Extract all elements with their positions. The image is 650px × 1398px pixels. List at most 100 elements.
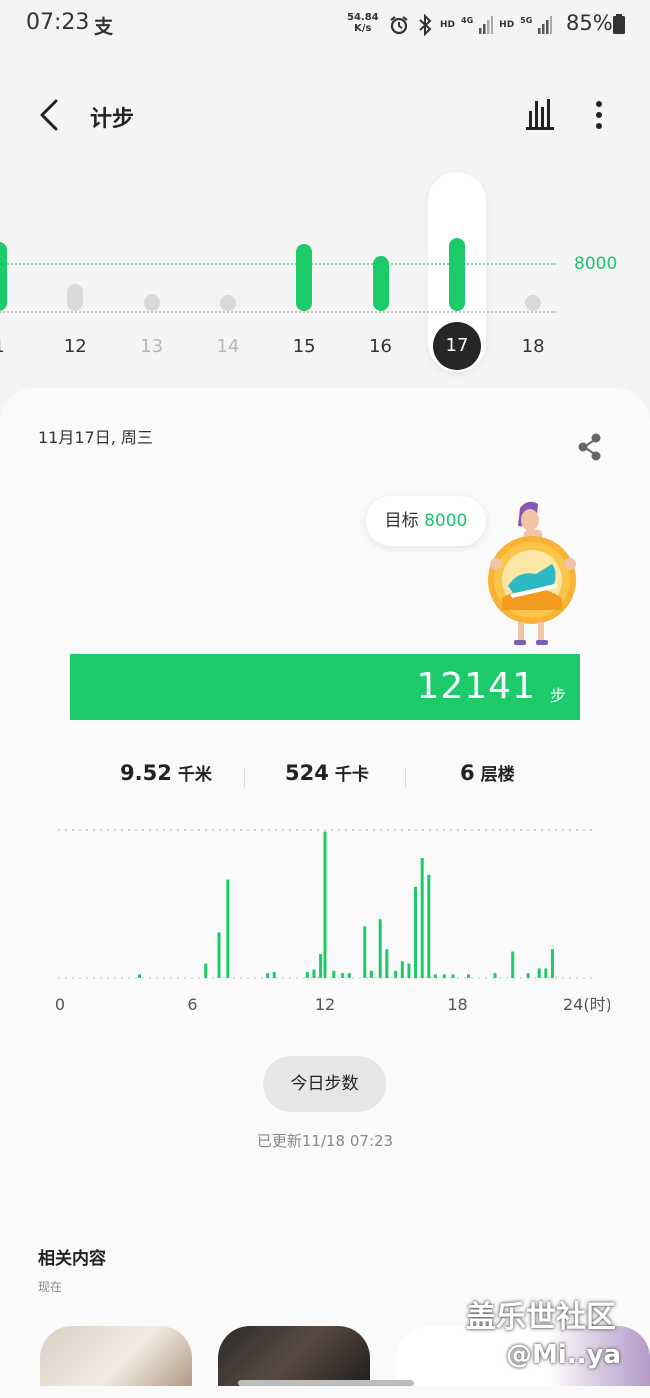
back-button[interactable]: [30, 95, 70, 135]
hour-bar: [420, 858, 424, 978]
today-steps-button[interactable]: 今日步数: [263, 1056, 386, 1112]
hour-bar: [312, 969, 316, 978]
related-thumbnail[interactable]: [40, 1326, 192, 1386]
battery-icon: [613, 14, 625, 34]
x-tick-label: 24(时): [563, 995, 610, 1014]
day-bar[interactable]: [372, 255, 389, 311]
hour-bar: [272, 972, 276, 978]
distance-value: 9.52: [120, 761, 172, 785]
goal-value: 8000: [424, 511, 468, 531]
day-label[interactable]: 1: [0, 336, 19, 357]
alipay-icon: 支: [94, 16, 114, 38]
watermark-text: 盖乐世社区: [466, 1300, 616, 1335]
hour-bar: [347, 973, 351, 978]
selected-day-label[interactable]: 17: [433, 322, 481, 370]
floors-unit: 层楼: [480, 765, 515, 785]
day-label[interactable]: 18: [513, 336, 553, 357]
bluetooth-icon: [419, 14, 432, 36]
stats-button[interactable]: [522, 97, 560, 133]
day-bar[interactable]: [67, 284, 84, 311]
network-type-1: 4G: [461, 15, 474, 25]
day-bar[interactable]: [0, 242, 7, 311]
baseline: [0, 311, 556, 313]
day-bar[interactable]: [448, 238, 465, 311]
hour-bar: [332, 970, 336, 978]
steps-progress-bar: 12141 步: [70, 654, 580, 720]
metric-divider: [244, 768, 245, 788]
hour-bar: [400, 961, 404, 978]
hour-bar: [204, 963, 208, 978]
hour-bar: [493, 973, 497, 978]
day-bar[interactable]: [219, 295, 236, 311]
metric-divider: [405, 768, 406, 788]
x-tick-label: 6: [187, 995, 197, 1014]
hd-label-2: HD: [499, 20, 515, 30]
share-button[interactable]: [576, 432, 604, 462]
x-tick-label: 12: [315, 995, 335, 1014]
hour-bar: [217, 932, 221, 978]
mascot-illustration: [488, 501, 576, 645]
alarm-icon: [390, 16, 408, 35]
network-type-2: 5G: [520, 15, 533, 25]
hour-bar: [442, 974, 446, 978]
goal-text: 目标: [384, 511, 419, 531]
hour-bar: [526, 973, 530, 978]
more-options-button[interactable]: [584, 97, 614, 133]
bar-chart-icon: [526, 99, 554, 130]
hour-bar: [341, 973, 345, 978]
hour-bar: [467, 974, 471, 978]
day-label[interactable]: 13: [132, 336, 172, 357]
distance-metric: 9.52 千米: [120, 760, 212, 785]
day-bar[interactable]: [143, 293, 160, 311]
app-header: 计步: [0, 85, 650, 147]
hour-bar: [537, 968, 541, 978]
day-bar[interactable]: [525, 295, 542, 311]
hour-bar: [363, 926, 367, 978]
day-label[interactable]: 12: [55, 336, 95, 357]
date-label: 11月17日, 周三: [38, 428, 153, 447]
goal-bubble: 目标 8000: [366, 496, 486, 546]
distance-unit: 千米: [177, 765, 212, 785]
updated-time: 已更新11/18 07:23: [256, 1132, 394, 1150]
day-label[interactable]: 14: [208, 336, 248, 357]
hour-bar: [378, 919, 382, 978]
hd-label-1: HD: [440, 20, 456, 30]
goal-line: [0, 263, 556, 265]
related-thumbnail[interactable]: [218, 1326, 370, 1386]
hour-bar: [369, 970, 373, 978]
page-title: 计步: [90, 107, 135, 132]
status-time: 07:23: [26, 10, 90, 35]
metrics-row: 9.52 千米 524 千卡 6 层楼: [0, 760, 650, 796]
navigation-handle[interactable]: [238, 1380, 414, 1386]
hourly-steps-chart: 0 6 12 18 24(时): [55, 829, 610, 1014]
weekly-steps-chart[interactable]: 8000 1 12 13 14 15 16 17 18: [0, 170, 650, 380]
x-tick-label: 0: [55, 995, 65, 1014]
day-label[interactable]: 16: [361, 336, 401, 357]
floors-metric: 6 层楼: [460, 760, 515, 785]
related-content-subtitle: 现在: [38, 1280, 63, 1294]
hour-bar: [394, 970, 398, 978]
signal-icon-2: [538, 16, 553, 34]
hour-bar: [414, 886, 418, 978]
steps-count: 12141: [416, 666, 536, 707]
goal-line-label: 8000: [574, 254, 618, 274]
calories-value: 524: [285, 761, 329, 785]
hour-bar: [407, 963, 411, 978]
calories-unit: 千卡: [334, 765, 369, 785]
status-icons: HD 4G HD 5G: [388, 12, 553, 38]
network-speed-unit: K/s: [354, 23, 372, 34]
more-vertical-icon: [596, 101, 602, 129]
hour-bar: [385, 949, 389, 978]
hour-bar: [305, 972, 309, 978]
hour-bar: [138, 974, 141, 978]
daily-summary-card: 11月17日, 周三 目标 8000 12141 步 9.52 千米 524 千…: [0, 388, 650, 1398]
day-label[interactable]: 15: [284, 336, 324, 357]
calories-metric: 524 千卡: [285, 760, 369, 785]
status-bar: 07:23 支 54.84 K/s HD 4G HD 5G 85%: [0, 0, 650, 50]
hour-bar: [451, 974, 455, 978]
watermark-handle: @Mi..ya: [506, 1340, 622, 1370]
share-icon: [578, 433, 601, 461]
day-bar[interactable]: [296, 243, 313, 311]
floors-value: 6: [460, 761, 475, 785]
hour-bar: [427, 874, 431, 978]
